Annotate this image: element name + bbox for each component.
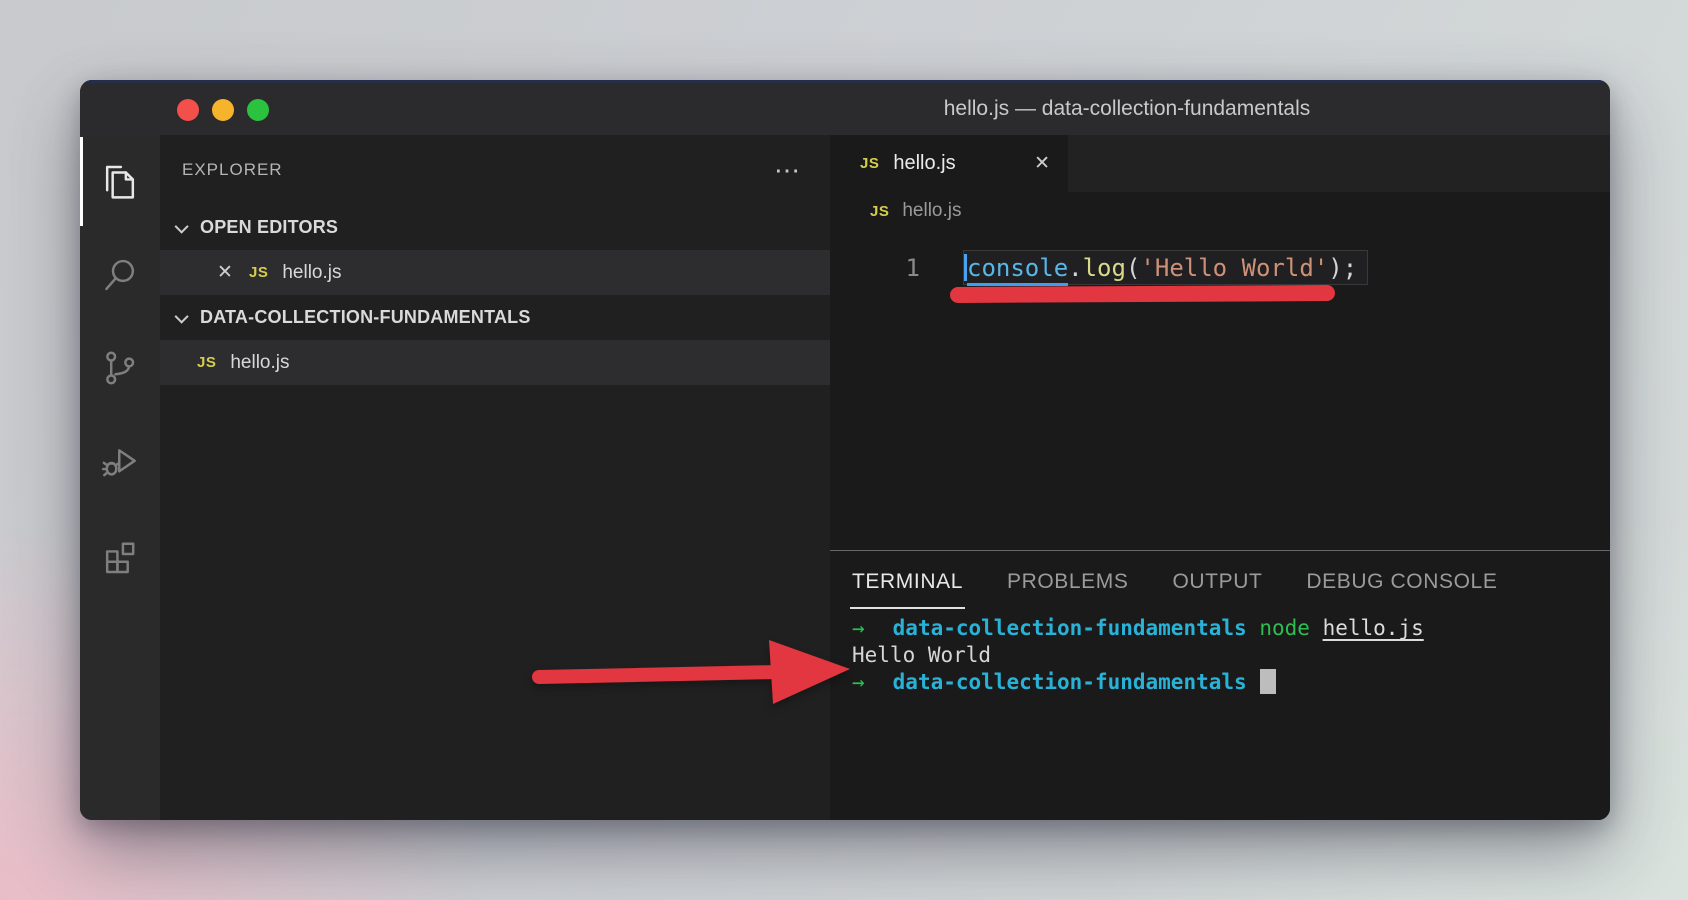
editor-tab-hello-js[interactable]: JS hello.js ✕ <box>830 135 1068 192</box>
files-icon <box>98 160 142 204</box>
terminal-stdout: Hello World <box>852 643 991 667</box>
terminal-line: Hello World <box>852 642 1610 669</box>
bottom-panel: TERMINAL PROBLEMS OUTPUT DEBUG CONSOLE →… <box>830 550 1610 820</box>
more-actions-icon[interactable]: ⋯ <box>774 160 800 180</box>
play-bug-icon <box>98 439 142 483</box>
token-semicolon: ; <box>1343 254 1357 282</box>
editor-pane: JS hello.js ✕ JS hello.js 1 console.log(… <box>830 135 1610 820</box>
minimize-window-button[interactable] <box>212 99 234 121</box>
terminal-cursor <box>1260 669 1276 694</box>
section-label: DATA-COLLECTION-FUNDAMENTALS <box>200 307 531 328</box>
terminal-line: →data-collection-fundamentals node hello… <box>852 615 1610 642</box>
explorer-icon[interactable] <box>80 135 160 228</box>
window-title: hello.js — data-collection-fundamentals <box>944 97 1311 121</box>
js-file-icon: JS <box>860 155 879 172</box>
open-editor-filename: hello.js <box>282 262 341 284</box>
run-debug-icon[interactable] <box>80 414 160 507</box>
extensions-icon[interactable] <box>80 507 160 600</box>
sidebar-title: EXPLORER <box>182 160 283 180</box>
search-icon[interactable] <box>80 228 160 321</box>
terminal-output[interactable]: →data-collection-fundamentals node hello… <box>830 615 1610 696</box>
terminal-file-arg: hello.js <box>1323 616 1424 640</box>
close-editor-icon[interactable]: ✕ <box>215 261 235 284</box>
tree-item-filename: hello.js <box>230 352 289 374</box>
js-file-icon: JS <box>249 264 268 281</box>
chevron-down-icon <box>175 219 189 233</box>
tab-terminal[interactable]: TERMINAL <box>850 564 965 615</box>
token-dot: . <box>1068 254 1082 282</box>
breadcrumb-filename: hello.js <box>902 200 961 222</box>
activity-bar <box>80 135 160 820</box>
open-editors-section-header[interactable]: OPEN EDITORS <box>160 205 830 250</box>
section-label: OPEN EDITORS <box>200 217 338 238</box>
token-close-paren: ) <box>1328 254 1342 282</box>
chevron-down-icon <box>175 309 189 323</box>
js-file-icon: JS <box>870 203 889 220</box>
token-console: console <box>967 254 1068 286</box>
desktop-background: hello.js — data-collection-fundamentals <box>0 0 1688 900</box>
terminal-line: →data-collection-fundamentals <box>852 669 1610 696</box>
folder-section-header[interactable]: DATA-COLLECTION-FUNDAMENTALS <box>160 295 830 340</box>
code-text: console.log('Hello World'); <box>963 250 1368 285</box>
code-line-1: 1 console.log('Hello World'); <box>830 250 1610 285</box>
title-bar: hello.js — data-collection-fundamentals <box>80 80 1610 135</box>
extensions-squares-icon <box>98 532 142 576</box>
text-caret <box>964 254 967 281</box>
red-underline-annotation <box>950 285 1335 303</box>
magnifier-icon <box>98 253 142 297</box>
code-editor[interactable]: 1 console.log('Hello World'); <box>830 230 1610 550</box>
token-log: log <box>1083 254 1126 282</box>
red-arrow-annotation <box>525 628 860 718</box>
tree-item-hello-js[interactable]: JS hello.js <box>160 340 830 385</box>
close-window-button[interactable] <box>177 99 199 121</box>
tab-output[interactable]: OUTPUT <box>1170 564 1264 615</box>
close-tab-icon[interactable]: ✕ <box>1034 152 1050 175</box>
line-number: 1 <box>830 254 920 282</box>
git-branch-icon <box>98 346 142 390</box>
panel-tab-bar: TERMINAL PROBLEMS OUTPUT DEBUG CONSOLE <box>830 551 1610 615</box>
tab-problems[interactable]: PROBLEMS <box>1005 564 1131 615</box>
sidebar-header: EXPLORER ⋯ <box>160 135 830 205</box>
terminal-directory: data-collection-fundamentals <box>893 670 1247 694</box>
terminal-directory: data-collection-fundamentals <box>893 616 1247 640</box>
traffic-lights <box>177 99 269 121</box>
terminal-command: node <box>1259 616 1310 640</box>
tab-debug-console[interactable]: DEBUG CONSOLE <box>1304 564 1499 615</box>
token-string: 'Hello World' <box>1140 254 1328 282</box>
zoom-window-button[interactable] <box>247 99 269 121</box>
editor-tab-strip: JS hello.js ✕ <box>830 135 1610 192</box>
token-open-paren: ( <box>1126 254 1140 282</box>
open-editor-item-hello-js[interactable]: ✕ JS hello.js <box>160 250 830 295</box>
source-control-icon[interactable] <box>80 321 160 414</box>
tab-label: hello.js <box>893 152 955 175</box>
breadcrumb[interactable]: JS hello.js <box>830 192 1610 230</box>
js-file-icon: JS <box>197 354 216 371</box>
